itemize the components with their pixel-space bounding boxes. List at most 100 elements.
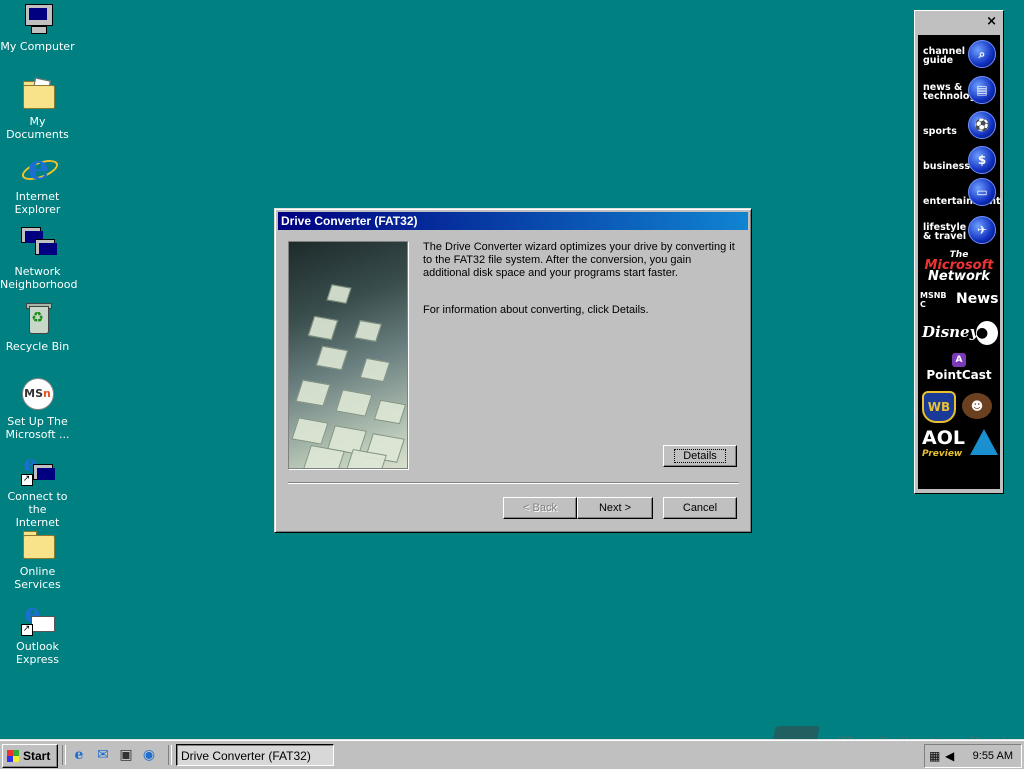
recycle-bin-icon: ♻: [21, 302, 55, 336]
pointcast-logo[interactable]: A PointCast: [918, 353, 1000, 387]
channel-lifestyle-travel[interactable]: lifestyle & travel ✈: [918, 213, 1000, 246]
taskbar: Start e ✉ ▣ ◉ Drive Converter (FAT32) ▦ …: [0, 740, 1024, 769]
wizard-graphic: [288, 241, 408, 469]
desktop-icon-label-line1: Online: [19, 565, 56, 578]
msnbc-news-logo[interactable]: MSNBC News: [918, 289, 1000, 313]
clock[interactable]: 9:55 AM: [973, 745, 1013, 767]
mickey-icon: ●: [976, 321, 998, 345]
computer-icon: [21, 2, 55, 36]
quicklaunch-channels-icon[interactable]: ◉: [140, 746, 158, 764]
msn-icon: MSn: [21, 377, 55, 411]
pointcast-logo-text: PointCast: [926, 368, 992, 382]
desktop-icon-label: My Documents: [6, 115, 69, 141]
channel-news-technology[interactable]: news & technology ▤: [918, 73, 1000, 106]
desktop-icon-label-line2: Services: [14, 578, 61, 591]
folder-icon: [21, 527, 55, 561]
back-button-label: < Back: [523, 502, 557, 514]
soccer-ball-icon: ⚽: [968, 111, 996, 139]
warner-bros-logo[interactable]: WB ☻: [918, 387, 1000, 423]
disney-logo-text: Disney: [922, 323, 979, 341]
msn-logo-network: Network: [928, 269, 990, 284]
start-button-label: Start: [23, 749, 51, 763]
aol-preview-logo[interactable]: AOL Preview: [918, 427, 1000, 463]
desktop-icon-label: My Computer: [0, 40, 75, 53]
taz-icon: ☻: [962, 393, 992, 419]
desktop-icon-label-line1: Outlook: [16, 640, 59, 653]
taskbar-button-drive-converter[interactable]: Drive Converter (FAT32): [176, 744, 334, 766]
channel-sports[interactable]: sports ⚽: [918, 108, 1000, 141]
msnbc-logo-text: MSNBC: [920, 291, 947, 309]
desktop-icon-label: Recycle Bin: [5, 340, 70, 353]
pointcast-icon: A: [952, 353, 966, 367]
microsoft-network-logo[interactable]: The Microsoft Network: [918, 251, 1000, 284]
next-button[interactable]: Next >: [577, 497, 653, 519]
dialog-title: Drive Converter (FAT32): [281, 214, 418, 228]
quicklaunch-show-desktop-icon[interactable]: ▣: [117, 746, 135, 764]
desktop-icon-online-services[interactable]: Online Services: [0, 527, 75, 591]
aol-triangle-icon: [970, 429, 998, 455]
channel-business[interactable]: business $: [918, 143, 1000, 176]
desktop-icon-label-line2: Explorer: [14, 203, 61, 216]
desktop-icon-label-line2: Neighborhood: [0, 278, 78, 291]
desktop-icon-setup-msn[interactable]: MSn Set Up The Microsoft ...: [0, 377, 75, 441]
drive-converter-dialog: Drive Converter (FAT32) The Drive Conver…: [274, 208, 752, 533]
outlook-express-icon: e ↗: [20, 599, 55, 636]
desktop-icon-label-line1: Network: [14, 265, 61, 278]
shortcut-arrow-icon: ↗: [20, 474, 33, 486]
network-tray-icon[interactable]: ▦: [929, 745, 940, 767]
taskbar-separator: [168, 745, 172, 765]
quicklaunch-outlook-express-icon[interactable]: ✉: [94, 746, 112, 764]
desktop-icon-label-line1: Internet: [15, 190, 60, 203]
volume-icon[interactable]: ◀: [945, 745, 954, 767]
desktop-icon-network-neighborhood[interactable]: Network Neighborhood: [0, 227, 78, 291]
desktop-icon-my-documents[interactable]: My Documents: [0, 77, 75, 141]
desktop-icon-label-line1: Set Up The: [7, 415, 68, 428]
channel-list: channel guide ⌕ news & technology ▤ sports…: [918, 35, 1001, 489]
desktop-icon-label-line2: Express: [16, 653, 59, 666]
desktop-icon-my-computer[interactable]: My Computer: [0, 2, 75, 53]
dollar-icon: $: [968, 146, 996, 174]
channel-label-line2: guide: [923, 55, 954, 66]
wb-shield-text: WB: [922, 391, 956, 423]
desktop-icon-connect-internet[interactable]: e ↗ Connect to the Internet: [0, 451, 75, 529]
tv-icon: ▭: [968, 178, 996, 206]
newspaper-icon: ▤: [968, 76, 996, 104]
back-button[interactable]: < Back: [503, 497, 577, 519]
windows-logo-icon: [7, 750, 19, 762]
aol-preview-text: Preview: [922, 449, 963, 459]
desktop-icon-label-line2: Microsoft ...: [5, 428, 70, 441]
next-button-label: Next >: [598, 502, 632, 514]
desktop-icon-label-line1: Connect to the: [7, 490, 68, 516]
shortcut-arrow-icon: ↗: [20, 624, 33, 636]
network-icon: [20, 227, 57, 261]
close-icon[interactable]: ×: [986, 14, 997, 29]
msnbc-news-text: News: [956, 291, 999, 307]
desktop-icon-recycle-bin[interactable]: ♻ Recycle Bin: [0, 302, 75, 353]
dialog-separator: [288, 482, 739, 484]
documents-folder-icon: [21, 77, 55, 111]
disney-logo[interactable]: Disney ●: [918, 317, 1000, 351]
quicklaunch-internet-explorer-icon[interactable]: e: [70, 746, 88, 764]
details-button-label: Details: [674, 449, 726, 463]
details-button[interactable]: Details: [663, 445, 737, 467]
desktop-icon-internet-explorer[interactable]: e Internet Explorer: [0, 151, 75, 216]
desktop-icon-outlook-express[interactable]: e ↗ Outlook Express: [0, 599, 75, 666]
start-button[interactable]: Start: [2, 744, 58, 768]
cancel-button[interactable]: Cancel: [663, 497, 737, 519]
aol-logo-text: AOL: [922, 427, 965, 449]
connect-internet-icon: e ↗: [20, 451, 55, 486]
channel-entertainment[interactable]: entertainment ▭: [918, 178, 1001, 211]
magnifier-icon: ⌕: [968, 40, 996, 68]
channel-bar: × channel guide ⌕ news & technology ▤ spor…: [914, 10, 1004, 494]
channel-label-line2: & travel: [923, 231, 967, 242]
wizard-intro-text: The Drive Converter wizard optimizes you…: [423, 241, 735, 279]
airplane-icon: ✈: [968, 216, 996, 244]
dialog-title-bar[interactable]: Drive Converter (FAT32): [278, 212, 748, 230]
channel-guide[interactable]: channel guide ⌕: [918, 37, 1000, 70]
channel-label-line1: business: [923, 161, 970, 172]
channel-label-line1: sports: [923, 126, 957, 137]
internet-explorer-icon: e: [18, 151, 61, 186]
wizard-description: The Drive Converter wizard optimizes you…: [423, 241, 739, 341]
cancel-button-label: Cancel: [682, 502, 718, 514]
system-tray: ▦ ◀ 9:55 AM: [924, 744, 1022, 768]
